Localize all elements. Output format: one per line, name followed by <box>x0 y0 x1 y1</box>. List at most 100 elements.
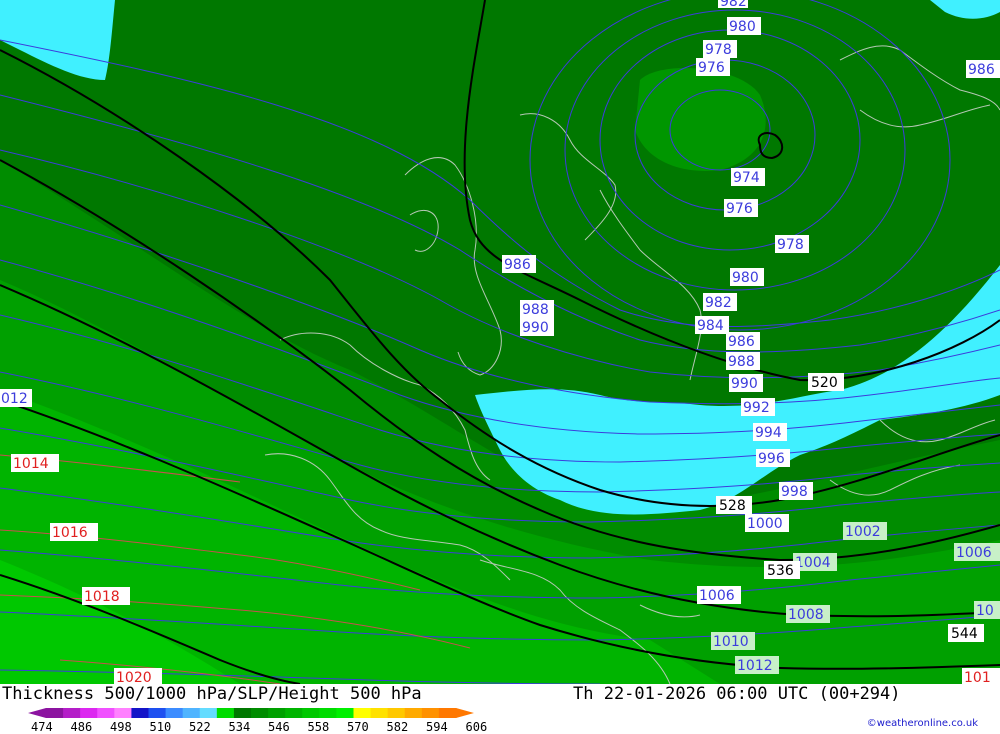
legend-arrow-left <box>28 708 46 718</box>
legend-tick: 582 <box>386 720 409 734</box>
legend-swatch <box>319 708 337 718</box>
svg-text:1004: 1004 <box>795 555 831 571</box>
legend-swatch <box>165 708 184 718</box>
legend-swatch <box>421 708 440 718</box>
svg-text:1010: 1010 <box>713 634 749 650</box>
slp-label: 980 <box>727 17 761 35</box>
svg-text:980: 980 <box>732 270 759 286</box>
slp-label: 996 <box>756 449 790 467</box>
legend-tick: 594 <box>426 720 448 734</box>
slp-label: 1010 <box>711 632 755 650</box>
svg-text:990: 990 <box>522 320 549 336</box>
svg-text:980: 980 <box>729 19 756 35</box>
slp-label: 984 <box>695 316 729 334</box>
svg-text:978: 978 <box>705 42 732 58</box>
legend-swatch <box>97 708 115 718</box>
valid-time: Th 22-01-2026 06:00 UTC (00+294) <box>573 684 901 704</box>
credit-link[interactable]: ©weatheronline.co.uk <box>867 718 978 729</box>
slp-label: 1016 <box>50 523 98 541</box>
legend-swatch <box>336 708 354 718</box>
map-title: Thickness 500/1000 hPa/SLP/Height 500 hP… <box>2 684 422 704</box>
svg-text:976: 976 <box>698 60 725 76</box>
height-label: 544 <box>948 624 984 642</box>
svg-text:1006: 1006 <box>956 545 992 561</box>
svg-text:998: 998 <box>781 484 808 500</box>
svg-text:1008: 1008 <box>788 607 824 623</box>
slp-label: 10 <box>974 601 1000 619</box>
slp-label: 988 <box>520 300 554 318</box>
svg-text:986: 986 <box>728 334 755 350</box>
legend-tick: 486 <box>70 720 93 734</box>
slp-label: 990 <box>520 318 554 336</box>
legend-swatch <box>302 708 320 718</box>
low-center-area <box>635 68 766 171</box>
svg-text:976: 976 <box>726 201 753 217</box>
slp-label: 990 <box>729 374 763 392</box>
slp-label: 1006 <box>954 543 1000 561</box>
slp-label: 1020 <box>114 668 162 684</box>
slp-label: 1008 <box>786 605 830 623</box>
svg-text:1002: 1002 <box>845 524 881 540</box>
legend-tick: 510 <box>149 720 172 734</box>
svg-text:978: 978 <box>777 237 804 253</box>
slp-label: 992 <box>741 398 775 416</box>
slp-label: 998 <box>779 482 813 500</box>
legend-tick: 474 <box>31 720 53 734</box>
slp-label: 986 <box>726 332 760 350</box>
svg-text:986: 986 <box>968 62 995 78</box>
svg-text:1012: 1012 <box>737 658 773 674</box>
legend-tick: 522 <box>189 720 211 734</box>
legend-swatch <box>114 708 132 718</box>
legend-tick: 546 <box>268 720 290 734</box>
svg-text:1000: 1000 <box>747 516 783 532</box>
svg-text:10: 10 <box>976 603 994 619</box>
height-label: 520 <box>808 373 844 391</box>
slp-label: 980 <box>730 268 764 286</box>
legend-tick: 606 <box>465 720 488 734</box>
slp-label: 1002 <box>843 522 887 540</box>
slp-label: 101 <box>962 668 1000 684</box>
svg-text:982: 982 <box>720 0 747 10</box>
svg-text:974: 974 <box>733 170 760 186</box>
svg-text:984: 984 <box>697 318 724 334</box>
svg-text:544: 544 <box>951 626 978 642</box>
height-label: 528 <box>716 496 752 514</box>
svg-text:1006: 1006 <box>699 588 735 604</box>
legend-arrow-right <box>456 708 474 718</box>
svg-text:986: 986 <box>504 257 531 273</box>
legend-swatch <box>148 708 167 718</box>
svg-text:1014: 1014 <box>13 456 49 472</box>
slp-label: 982 <box>718 0 748 10</box>
legend-swatch <box>370 708 389 718</box>
legend-swatch <box>131 708 149 718</box>
legend-swatch <box>46 708 64 718</box>
legend-swatch <box>63 708 81 718</box>
svg-text:994: 994 <box>755 425 782 441</box>
legend-tick: 558 <box>307 720 330 734</box>
slp-label: 1014 <box>11 454 59 472</box>
svg-text:1016: 1016 <box>52 525 88 541</box>
svg-text:101: 101 <box>964 670 991 684</box>
height-label: 536 <box>764 561 800 579</box>
svg-text:528: 528 <box>719 498 746 514</box>
svg-text:988: 988 <box>728 354 755 370</box>
legend-swatch <box>199 708 218 718</box>
legend-tick: 534 <box>228 720 251 734</box>
svg-text:990: 990 <box>731 376 758 392</box>
legend-tick: 570 <box>347 720 369 734</box>
slp-label: 1000 <box>745 514 789 532</box>
legend-swatch <box>285 708 303 718</box>
svg-text:982: 982 <box>705 295 732 311</box>
legend-swatch <box>404 708 423 718</box>
legend-tick: 498 <box>110 720 132 734</box>
slp-label: 978 <box>775 235 809 253</box>
slp-label: 986 <box>502 255 536 273</box>
legend-swatch <box>233 708 252 718</box>
slp-label: 1012 <box>735 656 779 674</box>
legend-swatch <box>216 708 235 718</box>
slp-label: 1006 <box>697 586 741 604</box>
slp-label: 978 <box>703 40 737 58</box>
slp-label: 1018 <box>82 587 130 605</box>
slp-label: 012 <box>0 389 32 407</box>
svg-text:996: 996 <box>758 451 785 467</box>
